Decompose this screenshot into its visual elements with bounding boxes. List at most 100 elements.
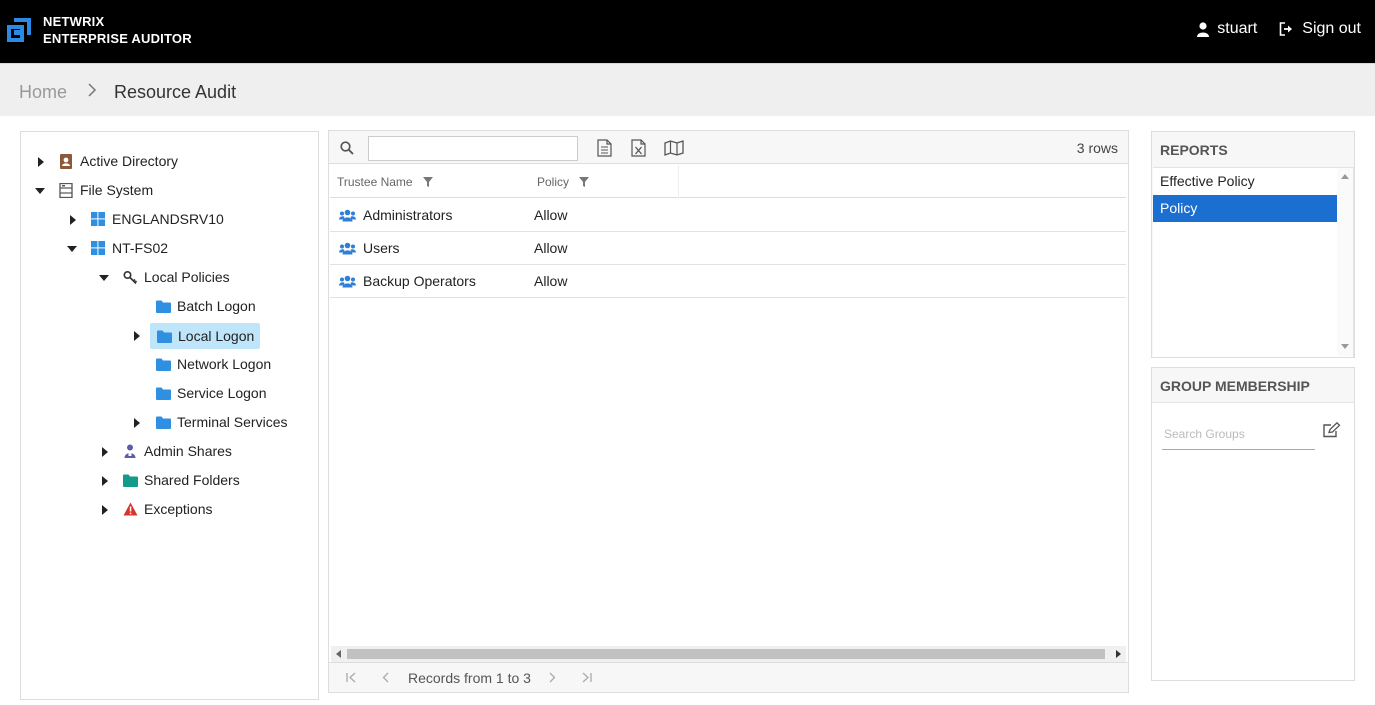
brand-line-2: ENTERPRISE AUDITOR: [43, 31, 192, 46]
sign-out-button[interactable]: Sign out: [1279, 20, 1361, 38]
folder-icon: [155, 414, 171, 430]
warning-icon: [122, 501, 138, 517]
search-icon[interactable]: [340, 141, 354, 155]
caret-right-icon[interactable]: [100, 447, 110, 457]
user-menu[interactable]: stuart: [1197, 20, 1257, 38]
caret-down-icon[interactable]: [35, 186, 45, 196]
table-row[interactable]: Users Allow: [330, 232, 1126, 265]
tree-item-exceptions[interactable]: Exceptions: [122, 497, 212, 521]
sign-out-icon: [1279, 22, 1293, 36]
tree-item-local-policies[interactable]: Local Policies: [122, 265, 230, 289]
grid-search-input[interactable]: [368, 136, 578, 161]
filter-icon[interactable]: [422, 177, 433, 187]
reports-panel: REPORTS Effective Policy Policy: [1151, 131, 1355, 358]
trustee-name: Users: [363, 240, 400, 256]
brand-name[interactable]: NETWRIX ENTERPRISE AUDITOR: [43, 13, 192, 47]
last-page-icon[interactable]: [580, 672, 592, 683]
search-groups-input[interactable]: [1162, 418, 1315, 450]
tree-item-englandsrv10[interactable]: ENGLANDSRV10: [90, 207, 224, 231]
tree-item-label: ENGLANDSRV10: [112, 211, 224, 227]
trustee-name-cell: Backup Operators: [339, 273, 476, 289]
tree-item-active-directory[interactable]: Active Directory: [58, 149, 178, 173]
column-divider: [678, 165, 679, 198]
tree-item-service-logon[interactable]: Service Logon: [155, 381, 267, 405]
trustee-name: Backup Operators: [363, 273, 476, 289]
vertical-scrollbar[interactable]: [1337, 168, 1353, 356]
grid-pager: Records from 1 to 3: [329, 662, 1128, 692]
caret-right-icon[interactable]: [100, 476, 110, 486]
trustee-name-cell: Users: [339, 240, 400, 256]
user-icon: [1197, 21, 1210, 37]
scroll-down-arrow-icon[interactable]: [1341, 344, 1349, 350]
report-item-effective-policy[interactable]: Effective Policy: [1153, 168, 1338, 195]
windows-icon: [90, 240, 106, 256]
caret-right-icon[interactable]: [68, 215, 78, 225]
scroll-right-arrow-icon[interactable]: [1115, 650, 1121, 658]
tree-item-batch-logon[interactable]: Batch Logon: [155, 294, 256, 318]
breadcrumb-home-link[interactable]: Home: [19, 82, 67, 103]
tree-item-file-system[interactable]: File System: [58, 178, 153, 202]
tree-item-terminal-services[interactable]: Terminal Services: [155, 410, 287, 434]
policy-cell: Allow: [534, 240, 568, 256]
tree-item-label: Network Logon: [177, 356, 272, 372]
tree-item-label: Exceptions: [144, 501, 213, 517]
tree-item-label: Local Logon: [178, 328, 255, 344]
caret-right-icon[interactable]: [100, 505, 110, 515]
horizontal-scrollbar[interactable]: [331, 646, 1126, 662]
tree-item-label: Active Directory: [80, 153, 179, 169]
column-header-label: Trustee Name: [337, 175, 413, 189]
folder-icon: [155, 385, 171, 401]
user-area: stuart Sign out: [1175, 20, 1361, 38]
tree-item-network-logon[interactable]: Network Logon: [155, 352, 271, 376]
tree-item-nt-fs02[interactable]: NT-FS02: [90, 236, 168, 260]
first-page-icon[interactable]: [346, 672, 358, 683]
resource-tree: Active Directory File System ENGLANDSRV1…: [20, 131, 319, 700]
pager-text: Records from 1 to 3: [408, 670, 531, 686]
scroll-up-arrow-icon[interactable]: [1341, 174, 1349, 180]
tree-item-label: Admin Shares: [144, 443, 232, 459]
folder-icon: [156, 328, 172, 344]
breadcrumb-current: Resource Audit: [114, 82, 237, 102]
tree-item-admin-shares[interactable]: Admin Shares: [122, 439, 232, 463]
windows-icon: [90, 211, 106, 227]
tree-item-local-logon[interactable]: Local Logon: [150, 323, 261, 349]
trustee-name: Administrators: [363, 207, 453, 223]
column-header-trustee-name[interactable]: Trustee Name: [337, 175, 433, 189]
group-membership-title: GROUP MEMBERSHIP: [1160, 378, 1310, 394]
caret-right-icon[interactable]: [36, 157, 46, 167]
caret-down-icon[interactable]: [67, 244, 77, 254]
caret-right-icon[interactable]: [132, 331, 142, 341]
caret-down-icon[interactable]: [99, 273, 109, 283]
scrollbar-thumb[interactable]: [347, 649, 1105, 659]
previous-page-icon[interactable]: [382, 672, 390, 683]
tree-item-label: Shared Folders: [144, 472, 240, 488]
group-users-icon: [339, 242, 356, 254]
folder-icon: [155, 356, 171, 372]
edit-icon[interactable]: [1323, 422, 1341, 438]
admin-user-icon: [122, 443, 138, 459]
document-export-icon[interactable]: [597, 139, 612, 157]
next-page-icon[interactable]: [548, 672, 556, 683]
scroll-left-arrow-icon[interactable]: [336, 650, 342, 658]
policy-cell: Allow: [534, 273, 568, 289]
excel-export-icon[interactable]: [631, 139, 646, 157]
group-membership-panel: GROUP MEMBERSHIP: [1151, 367, 1355, 681]
server-icon: [58, 182, 74, 198]
table-row[interactable]: Backup Operators Allow: [330, 265, 1126, 298]
group-users-icon: [339, 209, 356, 221]
folder-icon: [155, 298, 171, 314]
column-header-policy[interactable]: Policy: [537, 175, 590, 189]
filter-icon[interactable]: [579, 177, 590, 187]
tree-item-shared-folders[interactable]: Shared Folders: [122, 468, 240, 492]
top-bar: NETWRIX ENTERPRISE AUDITOR stuart Sign o…: [0, 0, 1375, 63]
key-icon: [122, 269, 138, 285]
group-users-icon: [339, 275, 356, 287]
grid-header: Trustee Name Policy: [330, 165, 1126, 198]
breadcrumb: Home Resource Audit: [0, 63, 1375, 116]
report-item-policy[interactable]: Policy: [1153, 195, 1338, 222]
caret-right-icon[interactable]: [132, 418, 142, 428]
grid-toolbar: 3 rows: [329, 131, 1128, 164]
group-membership-header: GROUP MEMBERSHIP: [1152, 368, 1354, 403]
table-row[interactable]: Administrators Allow: [330, 199, 1126, 232]
map-icon[interactable]: [664, 140, 684, 156]
